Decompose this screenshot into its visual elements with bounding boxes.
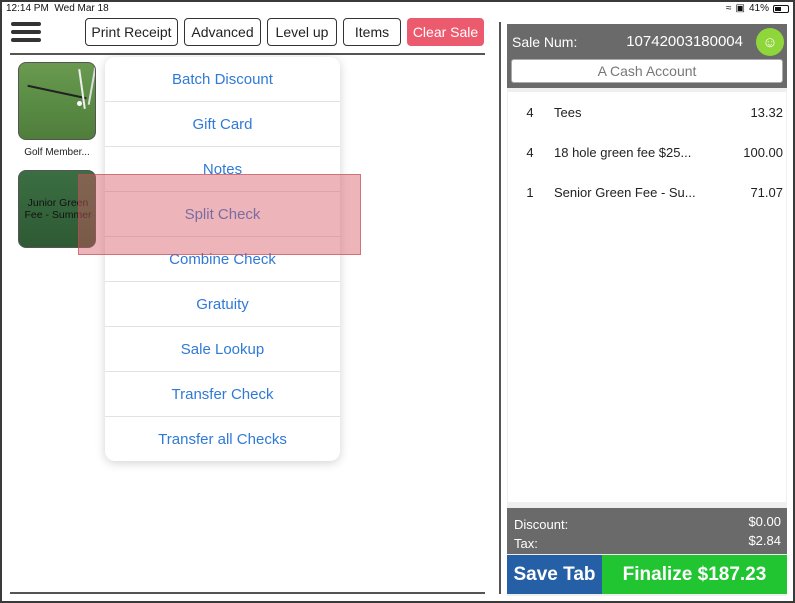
item-tile-label: Junior Green Fee - Summer: [24, 197, 92, 221]
status-time-date: 12:14 PM Wed Mar 18: [6, 3, 109, 14]
advanced-button[interactable]: Advanced: [184, 18, 261, 46]
line-qty: 4: [526, 145, 534, 160]
menu-item-gift-card[interactable]: Gift Card: [105, 102, 340, 147]
orientation-lock-icon: ▣: [735, 3, 745, 14]
status-right: ≈ ▣ 41%: [726, 3, 789, 14]
discount-label: Discount:: [514, 517, 569, 532]
line-price: 71.07: [750, 185, 783, 200]
tax-label: Tax:: [514, 536, 538, 551]
item-tile-golf-membership[interactable]: [18, 62, 96, 140]
battery-percent: 41%: [748, 3, 769, 14]
line-desc: Senior Green Fee - Su...: [554, 185, 696, 200]
add-customer-icon[interactable]: ☺: [756, 28, 784, 56]
wifi-icon: ≈: [726, 3, 732, 14]
status-date: Wed Mar 18: [54, 3, 109, 14]
items-button[interactable]: Items: [343, 18, 401, 46]
sale-line[interactable]: 4 18 hole green fee $25... 100.00: [508, 132, 786, 172]
sale-line[interactable]: 4 Tees 13.32: [508, 92, 786, 132]
sale-header: Sale Num: 10742003180004: [507, 24, 787, 60]
menu-item-split-check[interactable]: Split Check: [105, 192, 340, 237]
clear-sale-button[interactable]: Clear Sale: [407, 18, 484, 46]
menu-item-combine-check[interactable]: Combine Check: [105, 237, 340, 282]
menu-icon[interactable]: [11, 22, 41, 44]
status-time: 12:14 PM: [6, 3, 49, 14]
finalize-button[interactable]: Finalize $187.23: [602, 555, 787, 594]
battery-fill: [775, 6, 781, 11]
sale-number: 10742003180004: [626, 33, 743, 50]
line-desc: 18 hole green fee $25...: [554, 145, 692, 160]
tax-value: $2.84: [748, 533, 781, 548]
print-receipt-button[interactable]: Print Receipt: [85, 18, 178, 46]
item-tile-label: Golf Member...: [24, 147, 90, 158]
menu-item-sale-lookup[interactable]: Sale Lookup: [105, 327, 340, 372]
line-price: 100.00: [743, 145, 783, 160]
discount-value: $0.00: [748, 514, 781, 529]
customer-field[interactable]: A Cash Account: [511, 59, 783, 83]
panel-divider: [499, 22, 501, 594]
bottom-divider: [10, 592, 485, 594]
top-divider: [10, 53, 485, 55]
save-tab-button[interactable]: Save Tab: [507, 555, 602, 594]
flag-pole-graphic: [87, 67, 95, 105]
sale-num-label: Sale Num:: [512, 34, 578, 50]
level-up-button[interactable]: Level up: [267, 18, 337, 46]
item-tile-junior-green-fee[interactable]: Junior Green Fee - Summer: [18, 170, 96, 248]
line-qty: 1: [526, 185, 534, 200]
line-price: 13.32: [750, 105, 783, 120]
menu-icon-bar: [11, 30, 41, 34]
menu-item-transfer-all-checks[interactable]: Transfer all Checks: [105, 417, 340, 462]
menu-icon-bar: [11, 22, 41, 26]
golf-club-graphic: [27, 84, 87, 100]
sale-totals: Discount: $0.00 Tax: $2.84: [507, 508, 787, 554]
line-desc: Tees: [554, 105, 582, 120]
sale-line[interactable]: 1 Senior Green Fee - Su... 71.07: [508, 172, 786, 212]
menu-item-gratuity[interactable]: Gratuity: [105, 282, 340, 327]
status-bar: 12:14 PM Wed Mar 18 ≈ ▣ 41%: [6, 3, 789, 16]
golf-ball-graphic: [77, 101, 82, 106]
sale-lines: 4 Tees 13.32 4 18 hole green fee $25... …: [508, 92, 786, 502]
line-qty: 4: [526, 105, 534, 120]
battery-icon: [773, 4, 789, 13]
menu-item-transfer-check[interactable]: Transfer Check: [105, 372, 340, 417]
menu-icon-bar: [11, 38, 41, 42]
menu-item-notes[interactable]: Notes: [105, 147, 340, 192]
advanced-dropdown-menu: Batch Discount Gift Card Notes Split Che…: [105, 57, 340, 461]
menu-item-batch-discount[interactable]: Batch Discount: [105, 57, 340, 102]
